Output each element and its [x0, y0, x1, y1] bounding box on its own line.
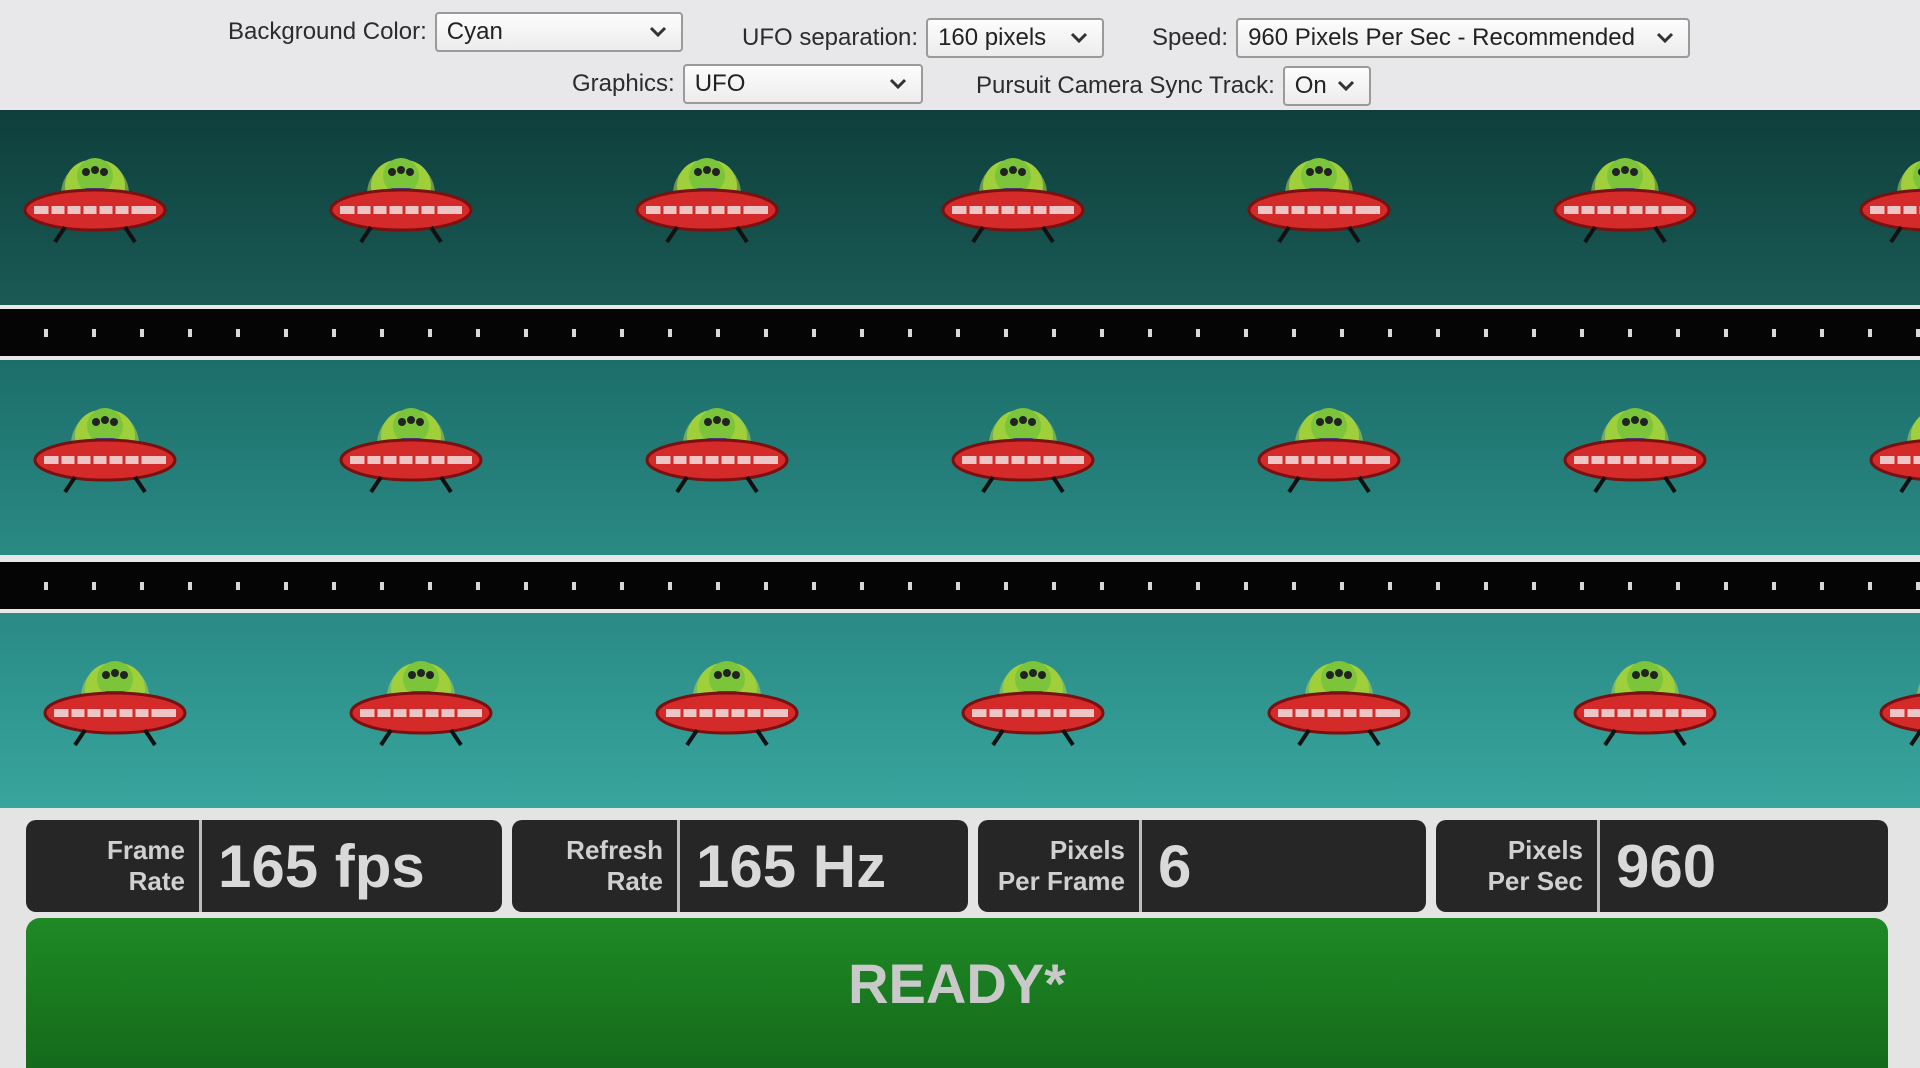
- ufo-alien-icon: [1264, 635, 1414, 760]
- frame-rate-label: Frame Rate: [26, 820, 202, 912]
- ufo-alien-icon: [20, 132, 170, 257]
- pixels-per-frame-value: 6: [1158, 832, 1192, 900]
- pixels-per-frame-panel: Pixels Per Frame 6: [978, 820, 1426, 912]
- ufo-lane-3: [0, 613, 1920, 808]
- status-text: READY*: [848, 951, 1066, 1015]
- pixels-per-sec-panel: Pixels Per Sec 960: [1436, 820, 1888, 912]
- ufo-alien-icon: [958, 635, 1108, 760]
- chevron-down-icon: [1337, 80, 1354, 92]
- ufo-alien-icon: [948, 382, 1098, 507]
- background-color-select[interactable]: Cyan: [434, 12, 683, 52]
- ufo-alien-icon: [326, 132, 476, 257]
- chevron-down-icon: [1071, 32, 1088, 44]
- ufo-separation-select[interactable]: 160 pixels: [926, 18, 1105, 58]
- ufo-alien-icon: [1560, 382, 1710, 507]
- frame-rate-value: 165 fps: [218, 832, 425, 900]
- speed-select[interactable]: 960 Pixels Per Sec - Recommended: [1236, 18, 1691, 58]
- pursuit-camera-label: Pursuit Camera Sync Track:: [976, 72, 1275, 99]
- frame-rate-panel: Frame Rate 165 fps: [26, 820, 502, 912]
- chevron-down-icon: [889, 78, 906, 90]
- chevron-down-icon: [649, 26, 666, 38]
- ufo-alien-icon: [1570, 635, 1720, 760]
- ufo-alien-icon: [30, 382, 180, 507]
- sync-track-1: [0, 305, 1920, 360]
- pixels-per-frame-label: Pixels Per Frame: [978, 820, 1142, 912]
- pixels-per-sec-label-line1: Pixels: [1507, 835, 1583, 865]
- ufo-lane-1: [0, 110, 1920, 305]
- ufo-alien-icon: [40, 635, 190, 760]
- frame-rate-label-line2: Rate: [128, 866, 185, 896]
- pixels-per-frame-label-line2: Per Frame: [997, 866, 1125, 896]
- refresh-rate-label-line2: Rate: [606, 866, 663, 896]
- refresh-rate-label: Refresh Rate: [512, 820, 680, 912]
- ufo-alien-icon: [938, 132, 1088, 257]
- graphics-value: UFO: [694, 70, 746, 97]
- ufo-lane-2: [0, 360, 1920, 555]
- control-bar: Background Color: Cyan UFO separation: 1…: [0, 0, 1920, 110]
- background-color-label: Background Color:: [228, 18, 427, 45]
- pursuit-camera-select[interactable]: On: [1282, 66, 1371, 106]
- sync-track-ticks: [0, 329, 1920, 337]
- background-color-value: Cyan: [446, 18, 503, 45]
- ufo-alien-icon: [1244, 132, 1394, 257]
- ufo-alien-icon: [632, 132, 782, 257]
- refresh-rate-panel: Refresh Rate 165 Hz: [512, 820, 968, 912]
- ufo-alien-icon: [1550, 132, 1700, 257]
- sync-track-2: [0, 558, 1920, 613]
- pixels-per-frame-label-line1: Pixels: [1049, 835, 1125, 865]
- pixels-per-sec-label-line2: Per Sec: [1487, 866, 1583, 896]
- ufo-separation-label: UFO separation:: [742, 24, 919, 51]
- graphics-control: Graphics: UFO: [572, 64, 923, 104]
- status-banner: READY*: [26, 918, 1888, 1068]
- pursuit-camera-value: On: [1294, 72, 1327, 99]
- ufo-alien-icon: [1866, 382, 1920, 507]
- ufo-alien-icon: [1254, 382, 1404, 507]
- speed-label: Speed:: [1152, 24, 1229, 51]
- frame-rate-label-line1: Frame: [106, 835, 185, 865]
- ufo-alien-icon: [652, 635, 802, 760]
- speed-control: Speed: 960 Pixels Per Sec - Recommended: [1152, 18, 1691, 58]
- chevron-down-icon: [1657, 32, 1674, 44]
- refresh-rate-value: 165 Hz: [696, 832, 887, 900]
- ufo-alien-icon: [642, 382, 792, 507]
- pixels-per-sec-value: 960: [1616, 832, 1717, 900]
- ufo-alien-icon: [336, 382, 486, 507]
- ufo-separation-control: UFO separation: 160 pixels: [742, 18, 1105, 58]
- pursuit-camera-control: Pursuit Camera Sync Track: On: [976, 66, 1371, 106]
- graphics-label: Graphics:: [572, 70, 675, 97]
- graphics-select[interactable]: UFO: [682, 64, 923, 104]
- ufo-separation-value: 160 pixels: [938, 24, 1047, 51]
- sync-track-ticks: [0, 582, 1920, 590]
- refresh-rate-label-line1: Refresh: [566, 835, 663, 865]
- pixels-per-sec-label: Pixels Per Sec: [1436, 820, 1600, 912]
- ufo-alien-icon: [1876, 635, 1920, 760]
- ufo-alien-icon: [346, 635, 496, 760]
- background-color-control: Background Color: Cyan: [228, 12, 683, 52]
- speed-value: 960 Pixels Per Sec - Recommended: [1248, 24, 1635, 51]
- ufo-alien-icon: [1856, 132, 1920, 257]
